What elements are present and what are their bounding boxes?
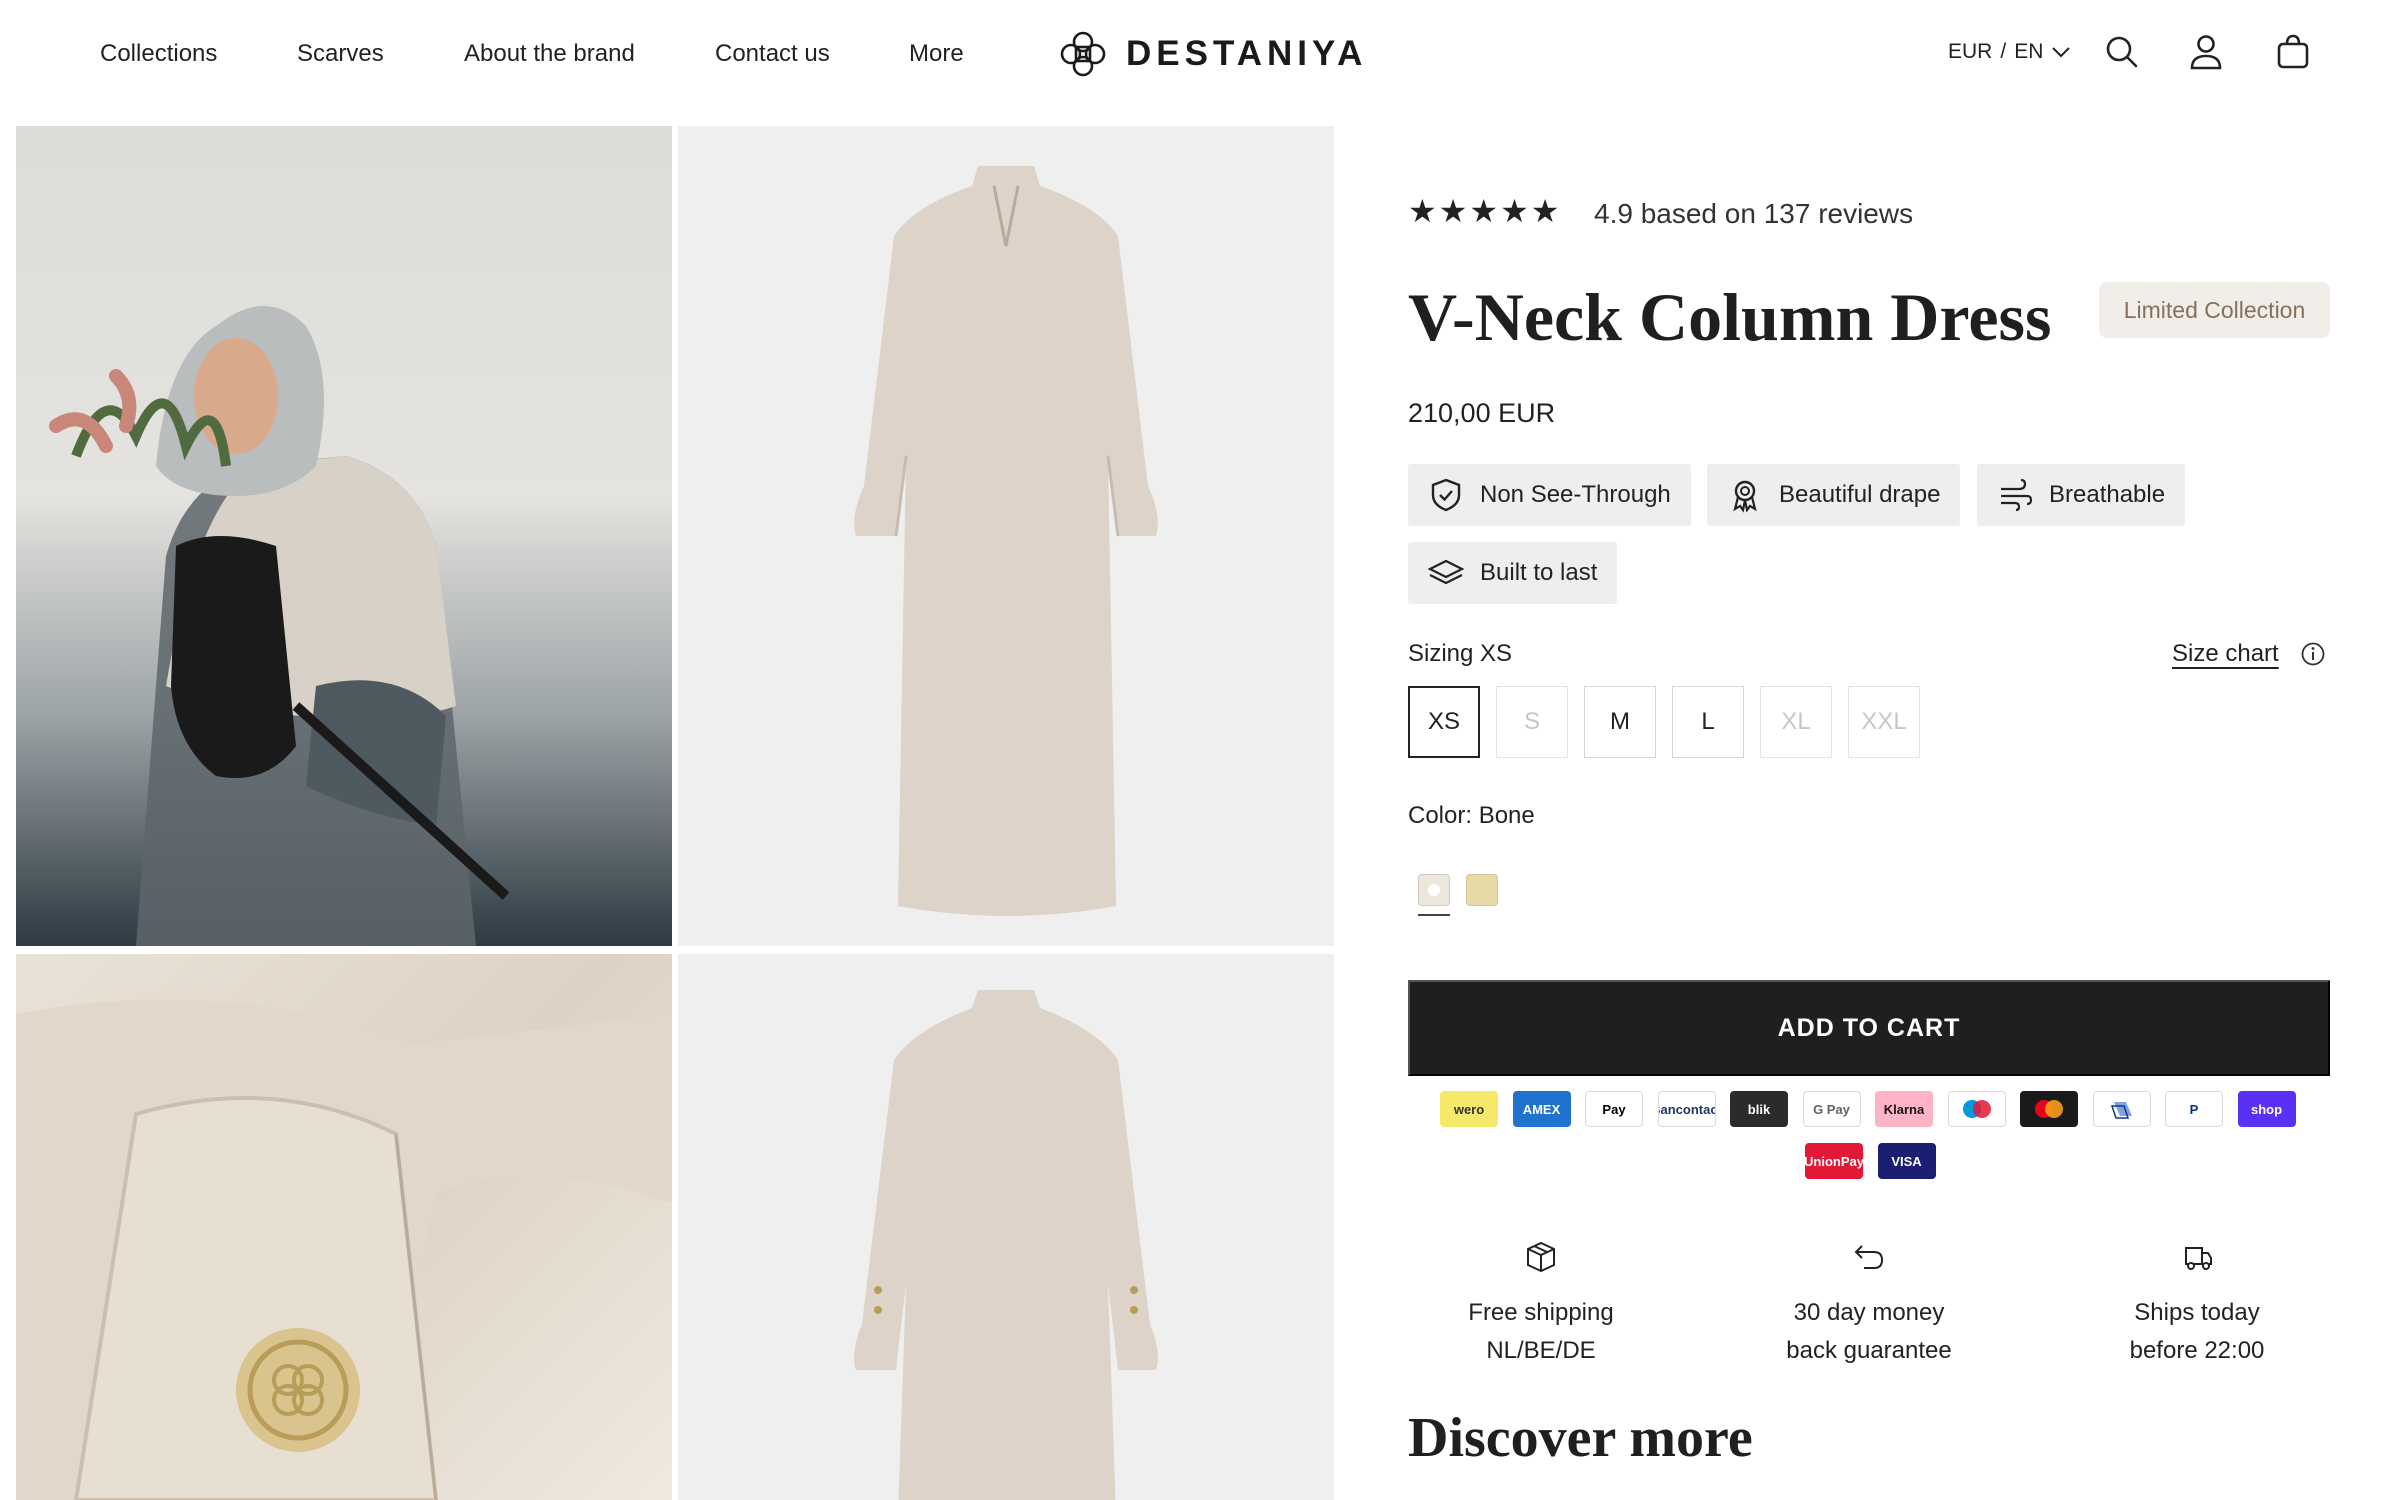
card-brand-mark-icon (2110, 1102, 2132, 1119)
feature-label: Beautiful drape (1779, 481, 1941, 508)
payment-icon (1947, 1091, 2006, 1127)
payment-icon: wero (1440, 1091, 1498, 1127)
nav-item-more[interactable]: More (909, 40, 964, 68)
size-option-xxl[interactable]: XXL (1848, 686, 1920, 758)
info-icon[interactable] (2300, 641, 2326, 667)
account-icon[interactable] (2186, 32, 2226, 72)
model-illustration (49, 306, 510, 946)
perk-line-2: before 22:00 (2129, 1337, 2265, 1364)
color-swatch-bone[interactable] (1418, 874, 1450, 906)
selected-swatch-indicator (1418, 914, 1450, 916)
size-option-l[interactable]: L (1672, 686, 1744, 758)
brand-name: DESTANIYA (1126, 34, 1368, 73)
payment-icon: blik (1730, 1091, 1788, 1127)
limited-collection-badge: Limited Collection (2099, 282, 2330, 338)
size-option-s[interactable]: S (1496, 686, 1568, 758)
product-photo-model[interactable] (16, 126, 672, 946)
search-icon[interactable] (2102, 32, 2142, 72)
size-option-xl[interactable]: XL (1760, 686, 1832, 758)
award-ribbon-icon (1733, 480, 1757, 513)
perk-money-back: 30 day money back guarantee (1739, 1240, 1999, 1370)
feature-beautiful-drape: Beautiful drape (1707, 464, 1961, 526)
dress-back-illustration (854, 990, 1158, 1500)
product-price: 210,00 EUR (1408, 398, 1556, 428)
payment-icon: Klarna (1875, 1091, 1933, 1127)
dress-front-illustration (854, 166, 1158, 916)
language-label: EN (2014, 40, 2044, 63)
payment-icon: G Pay (1802, 1091, 1861, 1127)
shield-check-icon (1431, 478, 1461, 512)
payment-icon: shop (2237, 1091, 2296, 1127)
brand-mark-icon (1060, 31, 1106, 77)
card-brand-mark-icon (1962, 1100, 1991, 1118)
nav-item-collections[interactable]: Collections (100, 40, 217, 68)
cuff-detail-illustration (16, 999, 672, 1500)
perk-free-shipping: Free shipping NL/BE/DE (1411, 1240, 1671, 1370)
perk-line-1: Free shipping (1468, 1299, 1614, 1326)
perk-line-2: back guarantee (1786, 1337, 1952, 1364)
feature-label: Non See-Through (1480, 481, 1671, 508)
card-brand-mark-icon (2035, 1100, 2063, 1118)
layers-icon (1428, 559, 1464, 585)
feature-breathable: Breathable (1977, 464, 2186, 526)
chevron-down-icon (2052, 47, 2071, 58)
payment-icon (2020, 1091, 2078, 1127)
payment-icon: AMEX (1512, 1091, 1571, 1127)
payment-icon: P (2165, 1091, 2223, 1127)
brand-logo[interactable]: DESTANIYA (1058, 26, 1367, 82)
nav-item-contact-us[interactable]: Contact us (715, 40, 830, 68)
size-chart-link[interactable]: Size chart (2172, 640, 2279, 668)
currency-label: EUR (1948, 40, 1993, 63)
cart-icon[interactable] (2273, 32, 2313, 72)
product-photo-back[interactable] (678, 954, 1334, 1500)
add-to-cart-button[interactable]: ADD TO CART (1408, 980, 2330, 1076)
perk-line-2: NL/BE/DE (1486, 1337, 1596, 1364)
package-icon (1527, 1241, 1555, 1273)
color-swatch-sand[interactable] (1466, 874, 1498, 906)
size-option-m[interactable]: M (1584, 686, 1656, 758)
size-option-xs[interactable]: XS (1408, 686, 1480, 758)
wind-icon (2001, 478, 2033, 512)
feature-label: Breathable (2049, 481, 2166, 508)
site-header: Collections Scarves About the brand Cont… (0, 0, 2400, 110)
product-photo-cuff-detail[interactable] (16, 954, 672, 1500)
locale-separator: / (2000, 40, 2007, 63)
payment-icon: Pay (1585, 1091, 1643, 1127)
product-title: V-Neck Column Dress (1408, 279, 2052, 355)
perk-line-1: Ships today (2134, 1299, 2260, 1326)
perk-line-1: 30 day money (1793, 1299, 1945, 1326)
perk-ships-today: Ships today before 22:00 (2067, 1240, 2327, 1370)
payment-icon: Bancontact (1657, 1091, 1716, 1127)
locale-selector[interactable]: EUR / EN (1948, 40, 2071, 64)
sizing-label: Sizing XS (1408, 640, 1513, 667)
rating-stars[interactable]: ★★★★★ (1408, 192, 1561, 230)
payment-icon (2092, 1091, 2151, 1127)
product-photo-front[interactable] (678, 126, 1334, 946)
payment-icon: UnionPay (1805, 1143, 1863, 1179)
rating-summary[interactable]: 4.9 based on 137 reviews (1594, 198, 1913, 230)
feature-label: Built to last (1480, 559, 1598, 586)
return-arrow-icon (1854, 1245, 1884, 1269)
feature-non-see-through: Non See-Through (1408, 464, 1691, 526)
nav-item-about-the-brand[interactable]: About the brand (464, 40, 635, 68)
truck-icon (2185, 1247, 2212, 1270)
feature-built-to-last: Built to last (1408, 542, 1618, 604)
discover-more-heading: Discover more (1408, 1407, 1753, 1469)
nav-item-scarves[interactable]: Scarves (297, 40, 384, 68)
color-label: Color: Bone (1408, 802, 1535, 829)
payment-icon: VISA (1877, 1143, 1936, 1179)
